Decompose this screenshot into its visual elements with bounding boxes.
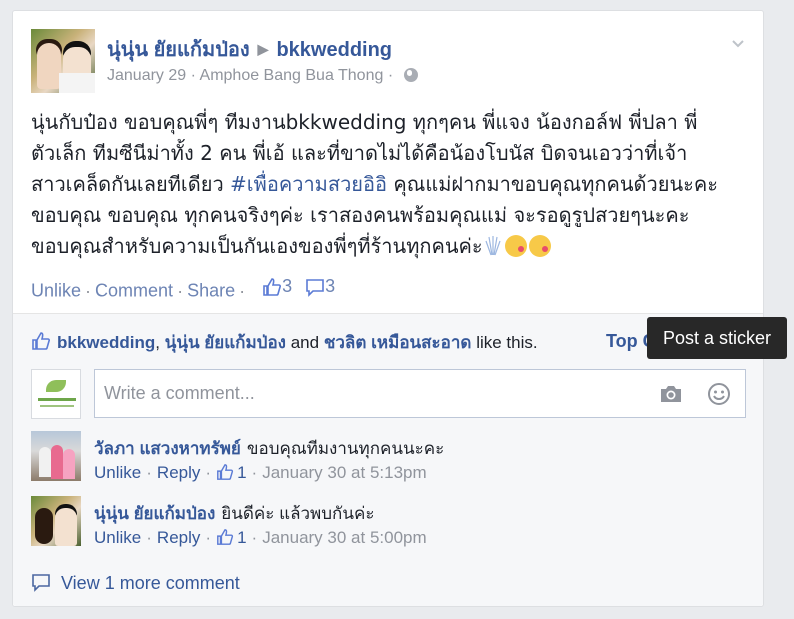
comment-like-count[interactable]: 1	[216, 463, 247, 482]
liker-link[interactable]: bkkwedding	[57, 333, 155, 352]
post-location[interactable]: Amphoe Bang Bua Thong	[200, 67, 384, 84]
likes-summary: bkkwedding, นุ่นุ่น ยัยแก้มป่อง and ชวลิ…	[31, 329, 538, 356]
comment-author[interactable]: วัลภา แสวงหาทรัพย์	[94, 439, 241, 458]
comment-bubble-icon	[32, 574, 50, 592]
post-body-line: ตัวเล็ก ทีมซีนีม่าทั้ง 2 คน พี่เอ้ และที…	[31, 141, 688, 165]
post-meta: January 29 · Amphoe Bang Bua Thong ·	[107, 67, 418, 85]
chevron-down-icon[interactable]	[731, 37, 745, 51]
comment-count[interactable]: 3	[305, 276, 335, 297]
comment-reply-link[interactable]: Reply	[157, 463, 200, 482]
post-actions: Unlike · Comment · Share · 3 3	[31, 276, 336, 301]
hashtag-link[interactable]: #เพื่อความสวยอิอิ	[230, 172, 387, 196]
comment-like-count[interactable]: 1	[216, 528, 247, 547]
comment-time[interactable]: January 30 at 5:13pm	[262, 463, 426, 482]
liker-link[interactable]: นุ่นุ่น ยัยแก้มป่อง	[165, 333, 286, 352]
post-body-line: ขอบคุณ ขอบคุณ ทุกคนจริงๆค่ะ เราสองคนพร้อ…	[31, 203, 690, 227]
comment-text: ยินดีค่ะ แล้วพบกันค่ะ	[221, 504, 375, 523]
post-body-line: ขอบคุณสำหรับความเป็นกันเองของพี่ๆที่ร้าน…	[31, 231, 747, 262]
post-header: นุ่นุ่น ยัยแก้มป่อง ▶ bkkwedding January 2…	[31, 29, 745, 93]
comment-placeholder: Write a comment...	[104, 383, 255, 403]
globe-icon[interactable]	[403, 68, 418, 82]
comment-body: นุ่นุ่น ยัยแก้มป่อง ยินดีค่ะ แล้วพบกันค่ะ	[94, 500, 374, 527]
liker-link[interactable]: ชวลิต เหมือนสะอาด	[324, 333, 472, 352]
thumbs-up-icon	[217, 464, 234, 480]
comment-item: วัลภา แสวงหาทรัพย์ ขอบคุณทีมงานทุกคนนะคะ …	[31, 431, 731, 487]
comment-text: ขอบคุณทีมงานทุกคนนะคะ	[246, 439, 445, 458]
like-count[interactable]: 3	[262, 276, 292, 297]
comment-bubble-icon	[306, 278, 324, 297]
viewer-avatar	[31, 369, 81, 419]
thumbs-up-icon	[217, 529, 234, 545]
page-name[interactable]: bkkwedding	[276, 39, 392, 61]
unlike-link[interactable]: Unlike	[31, 281, 81, 301]
praying-hands-icon	[485, 236, 501, 256]
camera-icon[interactable]	[659, 384, 683, 404]
comment-author[interactable]: นุ่นุ่น ยัยแก้มป่อง	[94, 504, 215, 523]
comment-item: นุ่นุ่น ยัยแก้มป่อง ยินดีค่ะ แล้วพบกันค่ะ…	[31, 496, 731, 552]
post-body-line: สาวเคล็ดกันเลยทีเดียว #เพื่อความสวยอิอิ …	[31, 172, 719, 196]
comment-link[interactable]: Comment	[95, 281, 173, 301]
author-name[interactable]: นุ่นุ่น ยัยแก้มป่อง	[107, 39, 250, 61]
comment-input[interactable]: Write a comment...	[94, 369, 746, 418]
share-link[interactable]: Share	[187, 281, 235, 301]
kiss-emoji-icon	[528, 235, 551, 257]
comment-unlike-link[interactable]: Unlike	[94, 528, 141, 547]
post-date[interactable]: January 29	[107, 67, 186, 84]
arrow-right-icon: ▶	[257, 41, 269, 57]
thumbs-up-icon	[263, 277, 282, 296]
author-avatar[interactable]	[31, 29, 95, 93]
comment-time[interactable]: January 30 at 5:00pm	[262, 528, 426, 547]
author-line: นุ่นุ่น ยัยแก้มป่อง ▶ bkkwedding	[107, 33, 392, 65]
commenter-avatar[interactable]	[31, 431, 81, 481]
post-body-line: นุ่นกับป๋อง ขอบคุณพี่ๆ ทีมงานbkkwedding …	[31, 110, 698, 134]
kiss-emoji-icon	[504, 235, 527, 257]
thumbs-up-icon	[32, 332, 50, 350]
post-body: นุ่นกับป๋อง ขอบคุณพี่ๆ ทีมงานbkkwedding …	[31, 107, 747, 262]
commenter-avatar[interactable]	[31, 496, 81, 546]
comment-body: วัลภา แสวงหาทรัพย์ ขอบคุณทีมงานทุกคนนะคะ	[94, 435, 444, 462]
comment-reply-link[interactable]: Reply	[157, 528, 200, 547]
comment-actions: Unlike · Reply · 1 · January 30 at 5:00pm	[94, 528, 427, 547]
post-card: นุ่นุ่น ยัยแก้มป่อง ▶ bkkwedding January 2…	[12, 10, 764, 607]
sticker-tooltip: Post a sticker	[647, 317, 787, 359]
view-more-comments-link[interactable]: View 1 more comment	[31, 572, 240, 594]
comment-actions: Unlike · Reply · 1 · January 30 at 5:13pm	[94, 463, 427, 482]
comment-unlike-link[interactable]: Unlike	[94, 463, 141, 482]
sticker-smiley-icon[interactable]	[707, 382, 731, 406]
